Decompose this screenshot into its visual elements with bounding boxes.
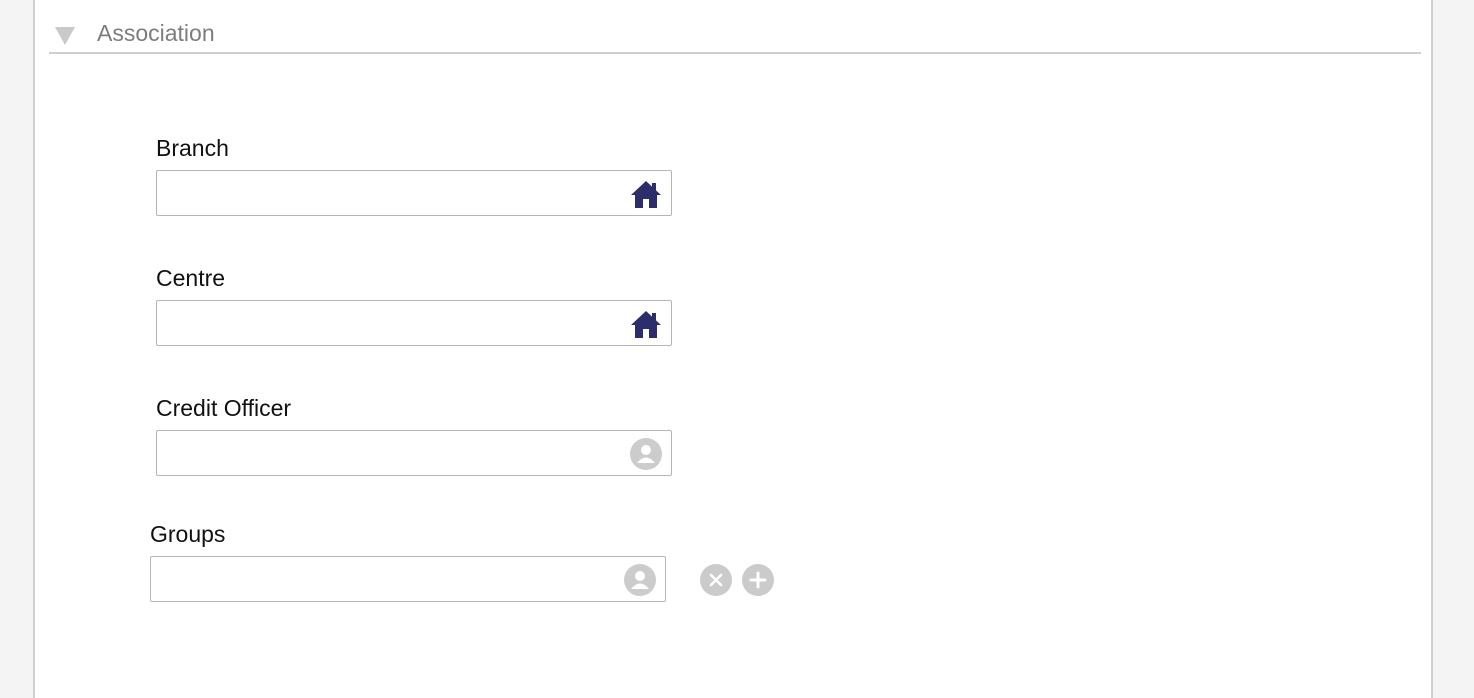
add-circle-icon[interactable] bbox=[742, 564, 774, 596]
credit-officer-label: Credit Officer bbox=[156, 395, 292, 421]
home-icon[interactable] bbox=[630, 178, 662, 210]
centre-input[interactable] bbox=[157, 301, 671, 345]
branch-label: Branch bbox=[156, 135, 229, 161]
groups-input-wrapper bbox=[150, 556, 666, 602]
branch-input[interactable] bbox=[157, 171, 671, 215]
groups-label: Groups bbox=[150, 521, 226, 547]
credit-officer-input[interactable] bbox=[157, 431, 671, 475]
section-title[interactable]: Association bbox=[97, 20, 215, 47]
credit-officer-input-wrapper bbox=[156, 430, 672, 476]
centre-label: Centre bbox=[156, 265, 226, 291]
groups-input[interactable] bbox=[151, 557, 665, 601]
person-icon[interactable] bbox=[624, 564, 656, 596]
centre-input-wrapper bbox=[156, 300, 672, 346]
credit-officer-field-group: Credit Officer bbox=[156, 394, 672, 476]
home-icon[interactable] bbox=[630, 308, 662, 340]
branch-field-group: Branch bbox=[156, 134, 672, 216]
section-header[interactable]: Association bbox=[49, 14, 1421, 54]
groups-field-group: Groups bbox=[150, 520, 666, 602]
association-panel: Association Branch Centre Credit Officer… bbox=[33, 0, 1433, 698]
branch-input-wrapper bbox=[156, 170, 672, 216]
remove-circle-icon[interactable] bbox=[700, 564, 732, 596]
person-icon[interactable] bbox=[630, 438, 662, 470]
centre-field-group: Centre bbox=[156, 264, 672, 346]
triangle-down-icon[interactable] bbox=[55, 27, 75, 45]
